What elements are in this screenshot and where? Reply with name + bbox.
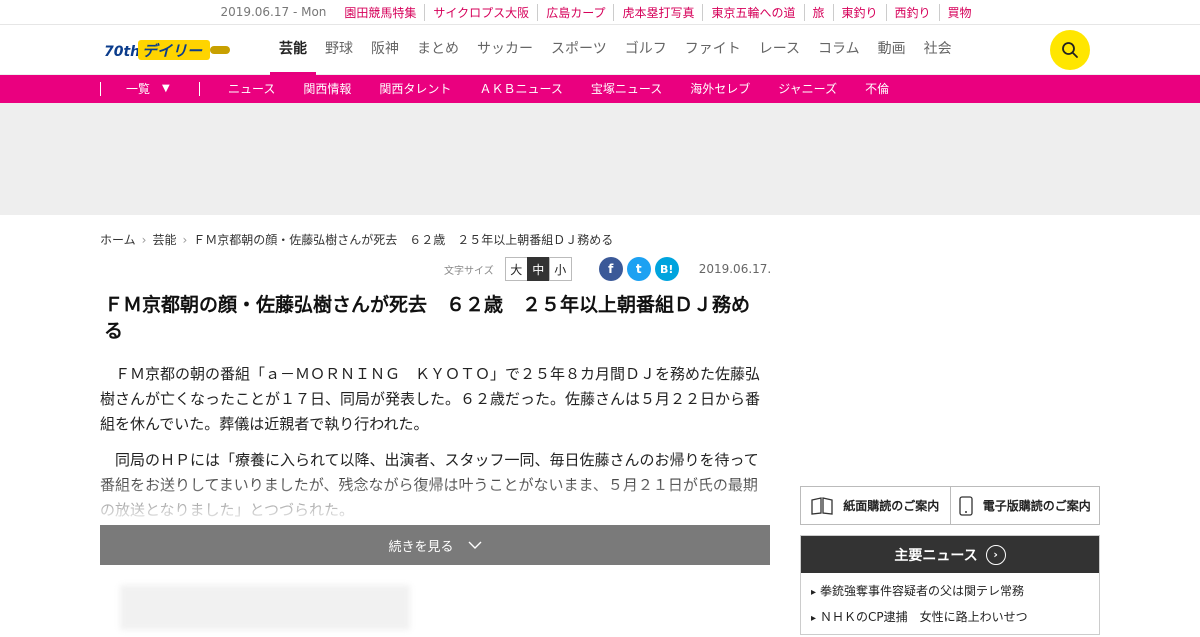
sub-nav: 一覧 ▼ ニュース 関西情報 関西タレント ＡＫＢニュース 宝塚ニュース 海外セ… bbox=[0, 75, 1200, 103]
logo-text: デイリー bbox=[142, 42, 203, 60]
topbar-link[interactable]: 買物 bbox=[938, 3, 980, 21]
font-size-small-button[interactable]: 小 bbox=[548, 257, 572, 281]
share-buttons: f t B! bbox=[598, 257, 679, 281]
print-subscription-button[interactable]: 紙面購読のご案内 bbox=[801, 487, 950, 524]
nav-item[interactable]: 社会 bbox=[915, 25, 961, 75]
chevron-down-icon bbox=[468, 541, 481, 549]
font-size-large-button[interactable]: 大 bbox=[504, 257, 528, 281]
text-fade-overlay bbox=[100, 470, 770, 525]
topbar-link[interactable]: 園田競馬特集 bbox=[340, 4, 424, 21]
nav-item[interactable]: 野球 bbox=[316, 25, 362, 75]
subscription-links: 紙面購読のご案内 電子版購読のご案内 bbox=[800, 486, 1100, 525]
today-date: 2019.06.17 - Mon bbox=[220, 5, 327, 19]
sub-nav-item[interactable]: ニュース bbox=[214, 75, 289, 103]
site-header: 70th デイリー 芸能 野球 阪神 まとめ サッカー スポーツ ゴルフ ファイ… bbox=[0, 25, 1200, 75]
search-button[interactable] bbox=[1050, 30, 1090, 70]
triangle-down-icon: ▼ bbox=[162, 83, 170, 94]
sub-nav-item[interactable]: ジャニーズ bbox=[764, 75, 851, 103]
search-icon bbox=[1062, 42, 1078, 58]
nav-item[interactable]: 動画 bbox=[869, 25, 915, 75]
article-paragraph: ＦＭ京都の朝の番組「ａ－ＭＯＲＮＩＮＧ ＫＹＯＴＯ」で２５年８カ月間ＤＪを務めた… bbox=[100, 365, 761, 433]
topbar-link[interactable]: 東釣り bbox=[832, 3, 886, 21]
divider bbox=[199, 82, 200, 96]
article-tools: 文字サイズ 大 中 小 f t B! 2019.06.17. bbox=[444, 257, 771, 281]
nav-item[interactable]: ゴルフ bbox=[616, 25, 676, 75]
chevron-right-icon: › bbox=[141, 232, 147, 247]
sub-nav-item[interactable]: 関西タレント bbox=[365, 75, 465, 103]
nav-item[interactable]: サッカー bbox=[468, 25, 542, 75]
all-list-label: 一覧 bbox=[126, 82, 151, 96]
breadcrumb-current: ＦＭ京都朝の顔・佐藤弘樹さんが死去 ６２歳 ２５年以上朝番組ＤＪ務める bbox=[193, 233, 614, 247]
sub-nav-item[interactable]: 不倫 bbox=[851, 75, 903, 103]
facebook-icon[interactable]: f bbox=[598, 257, 623, 281]
nav-item-geino[interactable]: 芸能 bbox=[270, 25, 316, 75]
main-nav: 芸能 野球 阪神 まとめ サッカー スポーツ ゴルフ ファイト レース コラム … bbox=[270, 25, 961, 75]
article-title: ＦＭ京都朝の顔・佐藤弘樹さんが死去 ６２歳 ２５年以上朝番組ＤＪ務める bbox=[104, 294, 751, 342]
sub-nav-item[interactable]: 宝塚ニュース bbox=[577, 75, 676, 103]
read-more-button[interactable]: 続きを見る bbox=[100, 525, 770, 565]
topbar-link[interactable]: 旅 bbox=[803, 3, 833, 21]
topbar-link[interactable]: 西釣り bbox=[885, 3, 939, 21]
all-list-toggle[interactable]: 一覧 ▼ bbox=[126, 75, 170, 103]
ad-banner-area bbox=[0, 103, 1200, 215]
main-news-list: 拳銃強奪事件容疑者の父は関テレ常務 ＮＨＫのCP逮捕 女性に路上わいせつ bbox=[801, 573, 1099, 637]
nav-item[interactable]: まとめ bbox=[408, 25, 468, 75]
blurred-content bbox=[120, 585, 410, 630]
breadcrumb-home[interactable]: ホーム bbox=[100, 231, 136, 248]
nav-item[interactable]: コラム bbox=[809, 25, 869, 75]
topbar-link[interactable]: 広島カープ bbox=[537, 3, 613, 21]
breadcrumb-category[interactable]: 芸能 bbox=[152, 231, 176, 248]
book-icon bbox=[811, 496, 833, 515]
nav-item[interactable]: ファイト bbox=[676, 25, 750, 75]
news-item[interactable]: 拳銃強奪事件容疑者の父は関テレ常務 bbox=[811, 579, 1089, 605]
divider bbox=[100, 82, 101, 96]
sub-nav-item[interactable]: ＡＫＢニュース bbox=[465, 75, 576, 103]
topbar-link[interactable]: 東京五輪への道 bbox=[702, 3, 803, 21]
breadcrumb: ホーム › 芸能 › ＦＭ京都朝の顔・佐藤弘樹さんが死去 ６２歳 ２５年以上朝番… bbox=[100, 231, 613, 248]
twitter-icon[interactable]: t bbox=[626, 257, 651, 281]
digital-subscription-button[interactable]: 電子版購読のご案内 bbox=[949, 487, 1100, 524]
sub-nav-item[interactable]: 海外セレブ bbox=[676, 75, 764, 103]
font-size-label: 文字サイズ bbox=[444, 265, 494, 277]
main-news-box: 主要ニュース › 拳銃強奪事件容疑者の父は関テレ常務 ＮＨＫのCP逮捕 女性に路… bbox=[800, 535, 1100, 635]
sub-nav-items: ニュース 関西情報 関西タレント ＡＫＢニュース 宝塚ニュース 海外セレブ ジャ… bbox=[214, 75, 903, 103]
smartphone-icon bbox=[959, 495, 973, 516]
hatena-icon[interactable]: B! bbox=[654, 257, 679, 281]
top-bar: 2019.06.17 - Mon 園田競馬特集 サイクロプス大阪 広島カープ 虎… bbox=[0, 0, 1200, 25]
chevron-right-circle-icon: › bbox=[985, 544, 1006, 565]
chevron-right-icon: › bbox=[182, 232, 188, 247]
main-news-title: 主要ニュース bbox=[894, 547, 978, 564]
publish-date: 2019.06.17. bbox=[698, 262, 772, 276]
site-logo[interactable]: 70th デイリー bbox=[104, 37, 234, 63]
main-news-header[interactable]: 主要ニュース › bbox=[801, 536, 1099, 573]
read-more-label: 続きを見る bbox=[388, 539, 454, 555]
digital-subscription-label: 電子版購読のご案内 bbox=[982, 499, 1091, 513]
font-size-medium-button[interactable]: 中 bbox=[526, 257, 550, 281]
nav-item[interactable]: 阪神 bbox=[362, 25, 408, 75]
topbar-link[interactable]: 虎本塁打写真 bbox=[613, 3, 702, 21]
nav-item[interactable]: レース bbox=[750, 25, 809, 75]
topbar-link[interactable]: サイクロプス大阪 bbox=[424, 3, 537, 21]
print-subscription-label: 紙面購読のご案内 bbox=[843, 499, 940, 513]
nav-item[interactable]: スポーツ bbox=[542, 25, 616, 75]
sub-nav-item[interactable]: 関西情報 bbox=[289, 75, 365, 103]
news-item[interactable]: ＮＨＫのCP逮捕 女性に路上わいせつ bbox=[811, 605, 1089, 631]
logo-badge: 70th bbox=[104, 44, 140, 60]
